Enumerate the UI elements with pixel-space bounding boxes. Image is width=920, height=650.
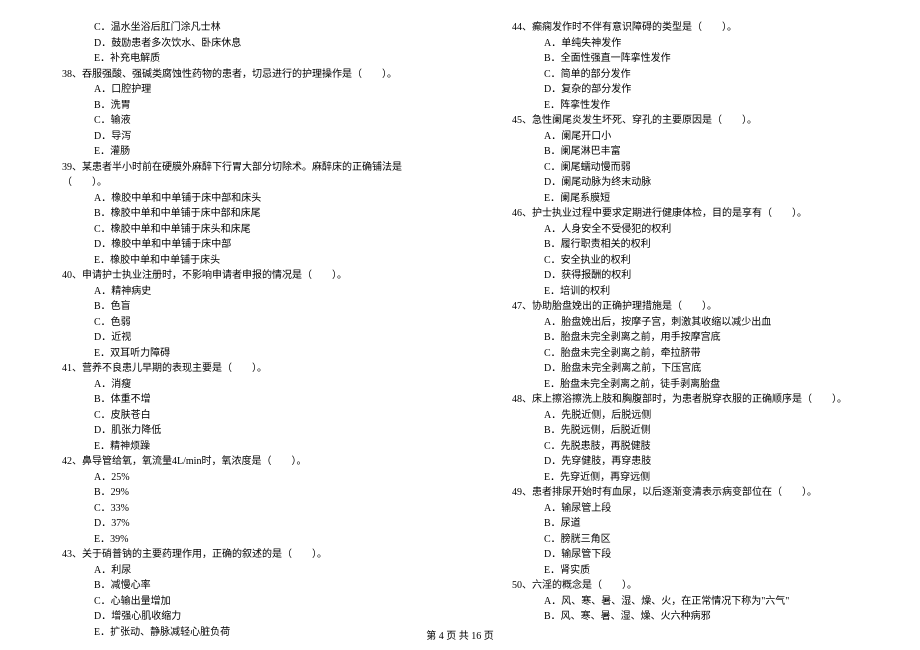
option-text: E．阵挛性发作 xyxy=(490,98,880,114)
option-text: B．阑尾淋巴丰富 xyxy=(490,144,880,160)
option-text: A．胎盘娩出后，按摩子宫，刺激其收缩以减少出血 xyxy=(490,315,880,331)
option-text: C．先脱患肢，再脱健肢 xyxy=(490,439,880,455)
option-text: A．阑尾开口小 xyxy=(490,129,880,145)
option-text: E．双耳听力障碍 xyxy=(40,346,430,362)
option-text: B．29% xyxy=(40,485,430,501)
option-text: D．阑尾动脉为终末动脉 xyxy=(490,175,880,191)
option-text: D．近视 xyxy=(40,330,430,346)
question-48: 48、床上擦浴擦洗上肢和胸腹部时，为患者脱穿衣服的正确顺序是（ ）。 xyxy=(490,392,880,408)
option-text: D．复杂的部分发作 xyxy=(490,82,880,98)
option-text: E．39% xyxy=(40,532,430,548)
option-text: D．鼓励患者多次饮水、卧床休息 xyxy=(40,36,430,52)
option-text: D．橡胶中单和中单铺于床中部 xyxy=(40,237,430,253)
option-text: D．增强心肌收缩力 xyxy=(40,609,430,625)
option-text: C．简单的部分发作 xyxy=(490,67,880,83)
option-text: B．洗胃 xyxy=(40,98,430,114)
option-text: C．橡胶中单和中单铺于床头和床尾 xyxy=(40,222,430,238)
left-column: C．温水坐浴后肛门涂凡士林 D．鼓励患者多次饮水、卧床休息 E．补充电解质 38… xyxy=(40,20,430,640)
option-text: C．心输出量增加 xyxy=(40,594,430,610)
option-text: C．色弱 xyxy=(40,315,430,331)
option-text: A．精神病史 xyxy=(40,284,430,300)
option-text: D．输尿管下段 xyxy=(490,547,880,563)
option-text: E．补充电解质 xyxy=(40,51,430,67)
question-47: 47、协助胎盘娩出的正确护理措施是（ ）。 xyxy=(490,299,880,315)
option-text: C．温水坐浴后肛门涂凡士林 xyxy=(40,20,430,36)
option-text: B．色盲 xyxy=(40,299,430,315)
option-text: D．37% xyxy=(40,516,430,532)
question-42: 42、鼻导管给氧，氧流量4L/min时，氧浓度是（ ）。 xyxy=(40,454,430,470)
option-text: E．先穿近侧，再穿远侧 xyxy=(490,470,880,486)
option-text: A．橡胶中单和中单铺于床中部和床头 xyxy=(40,191,430,207)
option-text: D．肌张力降低 xyxy=(40,423,430,439)
question-40: 40、申请护士执业注册时，不影响申请者申报的情况是（ ）。 xyxy=(40,268,430,284)
option-text: E．橡胶中单和中单铺于床头 xyxy=(40,253,430,269)
option-text: A．利尿 xyxy=(40,563,430,579)
option-text: B．体重不增 xyxy=(40,392,430,408)
option-text: E．灌肠 xyxy=(40,144,430,160)
option-text: D．获得报酬的权利 xyxy=(490,268,880,284)
option-text: E．阑尾系膜短 xyxy=(490,191,880,207)
option-text: A．输尿管上段 xyxy=(490,501,880,517)
question-49: 49、患者排尿开始时有血尿，以后逐渐变清表示病变部位在（ ）。 xyxy=(490,485,880,501)
option-text: B．尿道 xyxy=(490,516,880,532)
right-column: 44、癫痫发作时不伴有意识障碍的类型是（ ）。 A．单纯失神发作 B．全面性强直… xyxy=(490,20,880,640)
option-text: B．风、寒、暑、湿、燥、火六种病邪 xyxy=(490,609,880,625)
option-text: B．先脱远侧，后脱近侧 xyxy=(490,423,880,439)
option-text: A．人身安全不受侵犯的权利 xyxy=(490,222,880,238)
option-text: A．先脱近侧，后脱远侧 xyxy=(490,408,880,424)
option-text: E．培训的权利 xyxy=(490,284,880,300)
option-text: D．先穿健肢，再穿患肢 xyxy=(490,454,880,470)
option-text: C．阑尾蠕动慢而弱 xyxy=(490,160,880,176)
two-column-layout: C．温水坐浴后肛门涂凡士林 D．鼓励患者多次饮水、卧床休息 E．补充电解质 38… xyxy=(40,20,880,640)
option-text: C．膀胱三角区 xyxy=(490,532,880,548)
question-43: 43、关于硝普钠的主要药理作用，正确的叙述的是（ ）。 xyxy=(40,547,430,563)
option-text: B．胎盘未完全剥离之前，用手按摩宫底 xyxy=(490,330,880,346)
question-50: 50、六淫的概念是（ ）。 xyxy=(490,578,880,594)
page-footer: 第 4 页 共 16 页 xyxy=(0,627,920,642)
option-text: B．履行职责相关的权利 xyxy=(490,237,880,253)
option-text: B．减慢心率 xyxy=(40,578,430,594)
option-text: A．风、寒、暑、湿、燥、火，在正常情况下称为"六气" xyxy=(490,594,880,610)
option-text: A．口腔护理 xyxy=(40,82,430,98)
option-text: A．25% xyxy=(40,470,430,486)
option-text: E．胎盘未完全剥离之前，徒手剥离胎盘 xyxy=(490,377,880,393)
option-text: B．全面性强直一阵挛性发作 xyxy=(490,51,880,67)
option-text: A．单纯失神发作 xyxy=(490,36,880,52)
option-text: C．输液 xyxy=(40,113,430,129)
option-text: E．精神烦躁 xyxy=(40,439,430,455)
question-46: 46、护士执业过程中要求定期进行健康体检，目的是享有（ ）。 xyxy=(490,206,880,222)
option-text: A．消瘦 xyxy=(40,377,430,393)
question-44: 44、癫痫发作时不伴有意识障碍的类型是（ ）。 xyxy=(490,20,880,36)
option-text: C．安全执业的权利 xyxy=(490,253,880,269)
option-text: B．橡胶中单和中单铺于床中部和床尾 xyxy=(40,206,430,222)
option-text: C．33% xyxy=(40,501,430,517)
question-45: 45、急性阑尾炎发生坏死、穿孔的主要原因是（ ）。 xyxy=(490,113,880,129)
option-text: C．胎盘未完全剥离之前，牵拉脐带 xyxy=(490,346,880,362)
question-38: 38、吞服强酸、强碱类腐蚀性药物的患者，切忌进行的护理操作是（ ）。 xyxy=(40,67,430,83)
question-41: 41、营养不良患儿早期的表现主要是（ ）。 xyxy=(40,361,430,377)
option-text: D．胎盘未完全剥离之前，下压宫底 xyxy=(490,361,880,377)
question-39: 39、某患者半小时前在硬膜外麻醉下行胃大部分切除术。麻醉床的正确铺法是（ ）。 xyxy=(40,160,430,191)
option-text: E．肾实质 xyxy=(490,563,880,579)
option-text: C．皮肤苍白 xyxy=(40,408,430,424)
option-text: D．导泻 xyxy=(40,129,430,145)
